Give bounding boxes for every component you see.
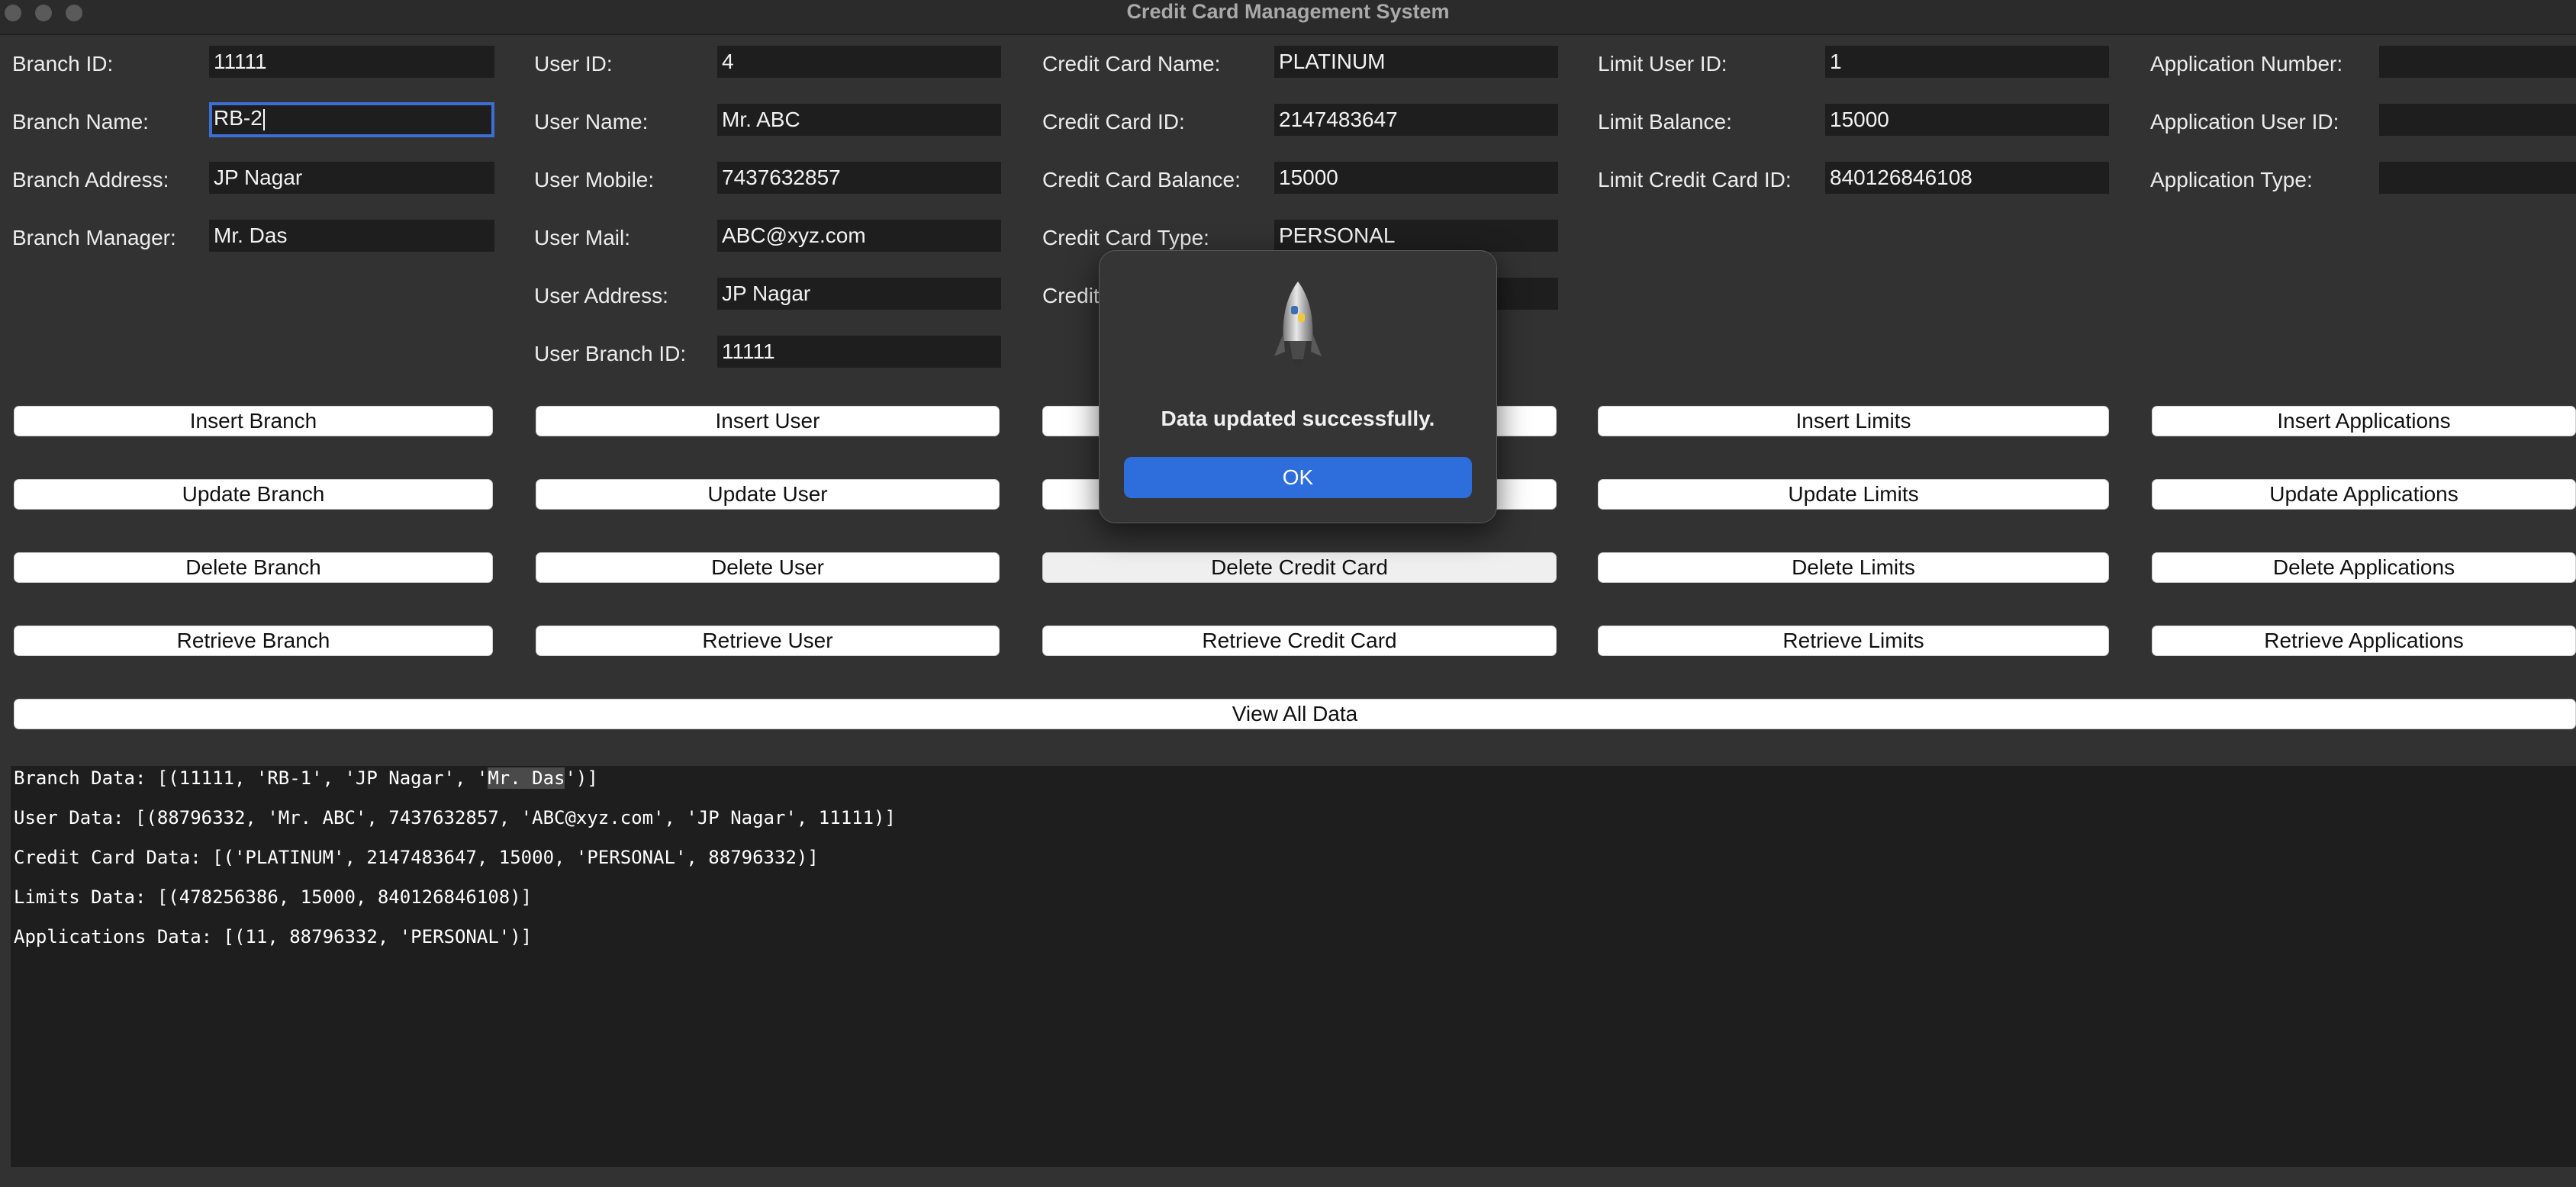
delete-limits-button[interactable]: Delete Limits	[1598, 552, 2109, 583]
update-branch-button[interactable]: Update Branch	[14, 479, 493, 510]
window-title: Credit Card Management System	[1126, 0, 1450, 23]
user-name-label: User Name:	[534, 110, 649, 133]
user-data-line: User Data: [(88796332, 'Mr. ABC', 743763…	[14, 807, 896, 828]
limits-data-line: Limits Data: [(478256386, 15000, 8401268…	[14, 886, 533, 908]
branch-address-label: Branch Address:	[12, 168, 169, 191]
credit-card-type-field[interactable]: PERSONAL	[1274, 220, 1558, 252]
credit-card-user-id-label: Credit	[1042, 284, 1100, 307]
retrieve-credit-card-button[interactable]: Retrieve Credit Card	[1042, 626, 1557, 656]
update-user-button[interactable]: Update User	[536, 479, 1000, 510]
retrieve-limits-button[interactable]: Retrieve Limits	[1598, 626, 2109, 656]
insert-branch-button[interactable]: Insert Branch	[14, 406, 493, 436]
branch-address-field[interactable]: JP Nagar	[209, 162, 494, 194]
title-bar: Credit Card Management System	[0, 0, 2576, 35]
user-name-field[interactable]: Mr. ABC	[717, 104, 1001, 136]
user-branch-id-label: User Branch ID:	[534, 342, 687, 365]
branch-name-field[interactable]: RB-2	[209, 102, 494, 137]
credit-card-name-field[interactable]: PLATINUM	[1274, 46, 1558, 78]
limit-user-id-label: Limit User ID:	[1598, 52, 1728, 76]
application-type-label: Application Type:	[2150, 168, 2313, 191]
insert-user-button[interactable]: Insert User	[536, 406, 1000, 436]
user-address-field[interactable]: JP Nagar	[717, 278, 1001, 310]
user-branch-id-field[interactable]: 11111	[717, 336, 1001, 368]
text-caret	[262, 108, 265, 130]
user-address-label: User Address:	[534, 284, 668, 307]
branch-data-text: Branch Data: [(11111, 'RB-1', 'JP Nagar'…	[14, 767, 488, 789]
credit-card-id-label: Credit Card ID:	[1042, 110, 1185, 133]
delete-branch-button[interactable]: Delete Branch	[14, 552, 493, 583]
limit-balance-label: Limit Balance:	[1598, 110, 1732, 133]
ok-button[interactable]: OK	[1124, 457, 1472, 498]
branch-data-text-end: ')]	[565, 767, 598, 789]
output-text-area[interactable]: Branch Data: [(11111, 'RB-1', 'JP Nagar'…	[11, 766, 2576, 1167]
credit-card-name-label: Credit Card Name:	[1042, 52, 1221, 76]
branch-name-label: Branch Name:	[12, 110, 149, 133]
user-id-field[interactable]: 4	[717, 46, 1001, 78]
selected-text: Mr. Das	[488, 767, 565, 789]
user-mail-label: User Mail:	[534, 226, 631, 249]
branch-id-label: Branch ID:	[12, 52, 114, 76]
insert-limits-button[interactable]: Insert Limits	[1598, 406, 2109, 436]
view-all-data-button[interactable]: View All Data	[14, 699, 2576, 729]
user-mail-field[interactable]: ABC@xyz.com	[717, 220, 1001, 252]
python-rocket-icon	[1274, 281, 1322, 370]
credit-card-data-line: Credit Card Data: [('PLATINUM', 21474836…	[14, 847, 819, 868]
insert-applications-button[interactable]: Insert Applications	[2152, 406, 2576, 436]
retrieve-user-button[interactable]: Retrieve User	[536, 626, 1000, 656]
credit-card-type-label: Credit Card Type:	[1042, 226, 1209, 249]
application-number-field[interactable]	[2379, 46, 2576, 78]
branch-manager-label: Branch Manager:	[12, 226, 176, 249]
user-mobile-field[interactable]: 7437632857	[717, 162, 1001, 194]
delete-credit-card-button[interactable]: Delete Credit Card	[1042, 552, 1557, 583]
update-limits-button[interactable]: Update Limits	[1598, 479, 2109, 510]
retrieve-branch-button[interactable]: Retrieve Branch	[14, 626, 493, 656]
application-user-id-field[interactable]	[2379, 104, 2576, 136]
application-number-label: Application Number:	[2150, 52, 2343, 76]
window-footer	[0, 1169, 2576, 1187]
user-id-label: User ID:	[534, 52, 613, 76]
branch-id-field[interactable]: 11111	[209, 46, 494, 78]
update-applications-button[interactable]: Update Applications	[2152, 479, 2576, 510]
user-mobile-label: User Mobile:	[534, 168, 655, 191]
retrieve-applications-button[interactable]: Retrieve Applications	[2152, 626, 2576, 656]
credit-card-balance-field[interactable]: 15000	[1274, 162, 1558, 194]
dialog-message: Data updated successfully.	[1161, 407, 1435, 430]
delete-applications-button[interactable]: Delete Applications	[2152, 552, 2576, 583]
applications-data-line: Applications Data: [(11, 88796332, 'PERS…	[14, 926, 533, 947]
limit-credit-card-id-field[interactable]: 840126846108	[1825, 162, 2109, 194]
delete-user-button[interactable]: Delete User	[536, 552, 1000, 583]
limit-credit-card-id-label: Limit Credit Card ID:	[1598, 168, 1792, 191]
info-dialog: Data updated successfully. OK	[1099, 250, 1497, 523]
credit-card-id-field[interactable]: 2147483647	[1274, 104, 1558, 136]
application-user-id-label: Application User ID:	[2150, 110, 2339, 133]
branch-name-value: RB-2	[214, 106, 262, 130]
limit-balance-field[interactable]: 15000	[1825, 104, 2109, 136]
branch-data-line: Branch Data: [(11111, 'RB-1', 'JP Nagar'…	[14, 767, 598, 789]
branch-manager-field[interactable]: Mr. Das	[209, 220, 494, 252]
limit-user-id-field[interactable]: 1	[1825, 46, 2109, 78]
application-type-field[interactable]	[2379, 162, 2576, 194]
credit-card-balance-label: Credit Card Balance:	[1042, 168, 1241, 191]
